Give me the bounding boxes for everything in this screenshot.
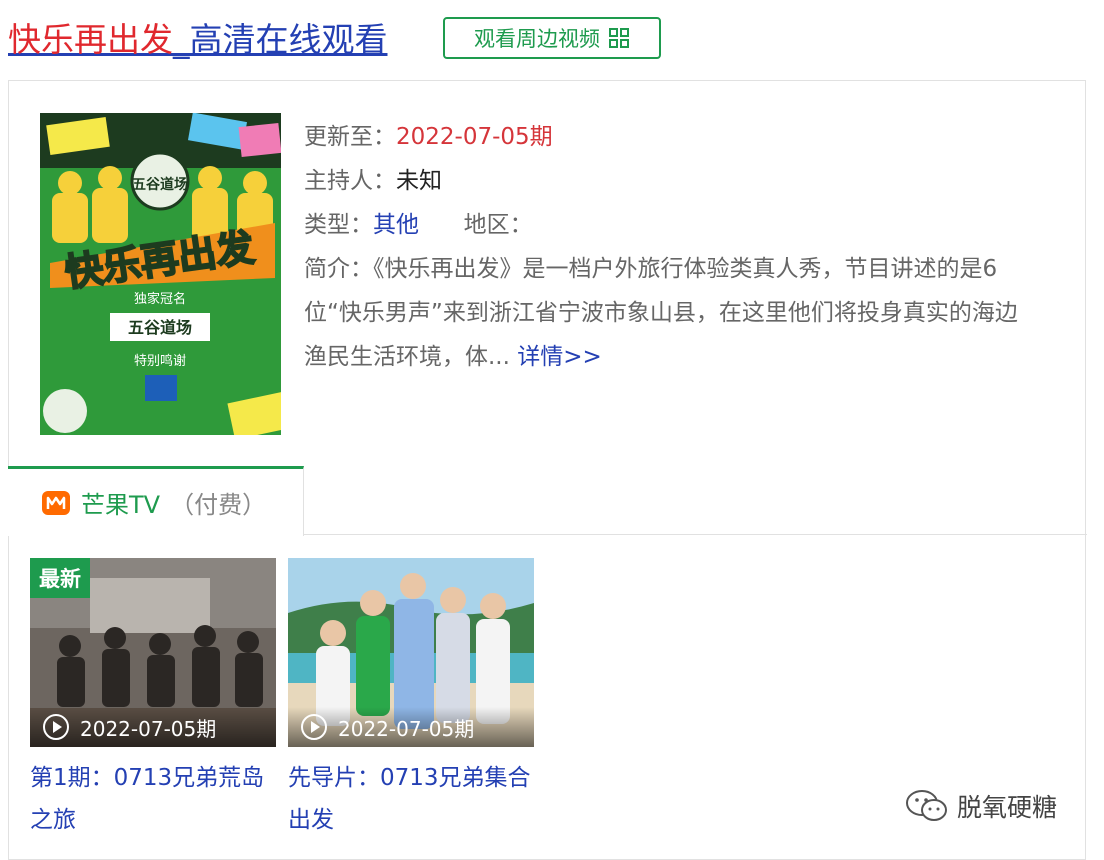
host-value: 未知 [396, 168, 442, 194]
watch-peripheral-videos-button[interactable]: 观看周边视频 [443, 17, 661, 59]
show-info: 更新至：2022-07-05期 主持人：未知 类型：其他 地区： 简介：《快乐再… [304, 115, 1039, 379]
tab-label: 芒果TV [81, 491, 161, 519]
poster-sponsor-logo: 五谷道场 [132, 176, 188, 193]
episode-card[interactable]: 最新 2022-07-05期 第1期：0713兄弟荒岛之旅 [30, 558, 276, 841]
desc-label: 简介： [304, 256, 373, 282]
type-label: 类型： [304, 212, 373, 238]
wechat-icon [906, 790, 947, 821]
show-poster[interactable]: 五谷道场 快乐再出发 独家冠名 五谷道场 特别鸣谢 [40, 113, 281, 435]
host-row: 主持人：未知 [304, 159, 1039, 203]
title-highlight: 快乐再出发 [8, 20, 173, 59]
episode-thumbnail[interactable]: 2022-07-05期 [288, 558, 534, 747]
tab-mango-tv[interactable]: 芒果TV （付费） [8, 466, 304, 536]
grid-icon [609, 28, 629, 48]
episode-date: 2022-07-05期 [338, 716, 475, 741]
episode-date: 2022-07-05期 [80, 716, 217, 741]
watermark-text: 脱氧硬糖 [957, 793, 1058, 822]
poster-credit-line1: 独家冠名 [134, 291, 186, 307]
type-value-link[interactable]: 其他 [373, 212, 419, 238]
poster-credit-brand: 五谷道场 [128, 318, 192, 337]
play-icon [43, 714, 69, 740]
poster-credit-line2: 特别鸣谢 [134, 353, 186, 369]
episode-overlay: 2022-07-05期 [288, 707, 534, 747]
region-label: 地区： [463, 212, 533, 238]
watermark: 脱氧硬糖 [905, 788, 1057, 824]
episode-title-link[interactable]: 先导片：0713兄弟集合出发 [288, 757, 534, 841]
episode-title-link[interactable]: 第1期：0713兄弟荒岛之旅 [30, 757, 276, 841]
result-title-link[interactable]: 快乐再出发_高清在线观看 [8, 13, 388, 61]
title-rest: _高清在线观看 [173, 20, 388, 59]
host-label: 主持人： [304, 168, 396, 194]
latest-badge: 最新 [30, 558, 90, 598]
mango-tv-icon [42, 490, 70, 515]
peripheral-button-label: 观看周边视频 [474, 27, 600, 51]
episode-card[interactable]: 2022-07-05期 先导片：0713兄弟集合出发 [288, 558, 534, 841]
result-card: 五谷道场 快乐再出发 独家冠名 五谷道场 特别鸣谢 更新至：2022-07-05… [8, 80, 1087, 860]
poster-art: 五谷道场 快乐再出发 独家冠名 五谷道场 特别鸣谢 [40, 113, 281, 435]
episode-thumbnail[interactable]: 最新 2022-07-05期 [30, 558, 276, 747]
type-row: 类型：其他 地区： [304, 203, 1039, 247]
episode-overlay: 2022-07-05期 [30, 707, 276, 747]
update-value: 2022-07-05期 [396, 124, 553, 150]
tab-extra-label: （付费） [170, 491, 267, 519]
description: 简介：《快乐再出发》是一档户外旅行体验类真人秀，节目讲述的是6位“快乐男声”来到… [304, 247, 1039, 379]
page-header: 快乐再出发_高清在线观看 [8, 12, 388, 62]
update-label: 更新至： [304, 124, 396, 150]
play-icon [301, 714, 327, 740]
details-link[interactable]: 详情>> [517, 344, 602, 370]
desc-text: 《快乐再出发》是一档户外旅行体验类真人秀，节目讲述的是6位“快乐男声”来到浙江省… [304, 256, 1018, 370]
update-row: 更新至：2022-07-05期 [304, 115, 1039, 159]
